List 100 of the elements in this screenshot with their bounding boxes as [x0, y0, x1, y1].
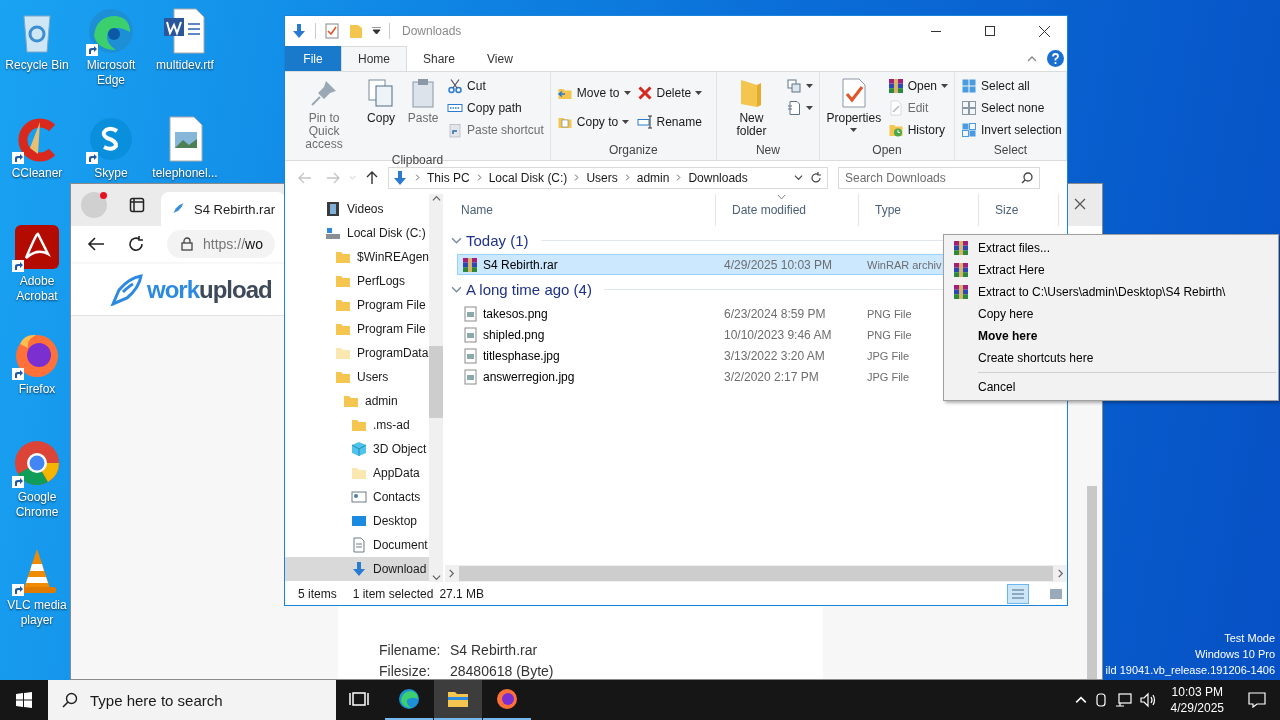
breadcrumb[interactable]: Local Disk (C:): [488, 170, 568, 185]
column-header[interactable]: Size: [979, 194, 1059, 226]
folder-icon: [335, 345, 351, 361]
column-header[interactable]: Type: [859, 194, 979, 226]
tree-item[interactable]: Program File: [285, 293, 430, 317]
copy-button[interactable]: Copy: [361, 75, 402, 153]
copy-path-button[interactable]: Copy path: [445, 98, 546, 118]
notification-icon[interactable]: [1248, 692, 1266, 708]
back-icon[interactable]: [87, 236, 105, 252]
column-header[interactable]: Date modified: [716, 194, 859, 226]
ribbon-tab[interactable]: File: [285, 46, 341, 71]
selection-size: 27.1 MB: [439, 586, 485, 601]
network-icon[interactable]: [1114, 692, 1133, 708]
caret-icon[interactable]: [372, 27, 381, 35]
delete-icon: [636, 85, 653, 101]
back-icon: [298, 171, 312, 184]
invert-selection-icon: [961, 122, 977, 138]
group-label: Organize: [608, 143, 658, 159]
taskbar-app[interactable]: [434, 680, 482, 720]
menu-item[interactable]: Move here: [944, 325, 1278, 347]
tree-item[interactable]: Desktop: [285, 509, 430, 533]
history-button[interactable]: History: [885, 120, 950, 140]
tree-item[interactable]: Program File: [285, 317, 430, 341]
refresh-icon[interactable]: [127, 235, 145, 253]
delete-button[interactable]: Delete: [634, 83, 705, 103]
new-folder-button[interactable]: New folder: [720, 75, 782, 143]
info-label: Filename:: [379, 642, 442, 659]
browser-tab[interactable]: S4 Rebirth.rar: [161, 192, 285, 226]
tree-item[interactable]: $WinREAgen: [285, 245, 430, 269]
address-bar[interactable]: This PC Local Disk (C:) Users admin Downloads: [388, 166, 828, 189]
properties-button[interactable]: Properties: [824, 75, 884, 143]
tree-item[interactable]: Local Disk (C:): [285, 221, 430, 245]
archive-icon: [953, 262, 969, 278]
folder-icon: [335, 297, 351, 313]
select-none-button[interactable]: Select none: [959, 98, 1064, 118]
search-field[interactable]: Search Downloads: [838, 166, 1040, 189]
tree-item[interactable]: 3D Object: [285, 437, 430, 461]
tree-item[interactable]: AppData: [285, 461, 430, 485]
rename-button[interactable]: Rename: [634, 112, 705, 132]
menu-item[interactable]: Copy here: [944, 303, 1278, 325]
help-icon[interactable]: [1047, 50, 1064, 67]
document-icon: [351, 537, 367, 553]
tree-item[interactable]: ProgramData: [285, 341, 430, 365]
scrollbar[interactable]: [1087, 486, 1097, 679]
search-icon: [1021, 171, 1033, 184]
acrobat-icon: [12, 222, 62, 272]
menu-item[interactable]: Extract to C:\Users\admin\Desktop\S4 Rebirth\: [944, 281, 1278, 303]
address-bar[interactable]: https://wo: [167, 230, 275, 258]
menu-item[interactable]: Cancel: [944, 376, 1278, 398]
taskbar-search-field[interactable]: Type here to search: [48, 680, 336, 720]
contacts-icon: [351, 489, 367, 505]
tree-item[interactable]: Contacts: [285, 485, 430, 509]
system-watermark-text: Windows 10 Pro: [1194, 647, 1275, 662]
breadcrumb[interactable]: Downloads: [688, 170, 748, 185]
clock[interactable]: 10:03 PM 4/29/2025: [1162, 684, 1232, 716]
profile-avatar[interactable]: [81, 192, 107, 218]
tab-actions-icon[interactable]: [129, 197, 145, 213]
tree-item[interactable]: PerfLogs: [285, 269, 430, 293]
scroll-thumb[interactable]: [429, 346, 444, 418]
folder-icon: [335, 369, 351, 385]
tree-item[interactable]: .ms-ad: [285, 413, 430, 437]
tree-item[interactable]: admin: [285, 389, 430, 413]
cut-button[interactable]: Cut: [445, 76, 546, 96]
breadcrumb[interactable]: This PC: [427, 170, 470, 185]
url-text: https://wo: [203, 236, 263, 252]
volume-icon[interactable]: [1138, 692, 1157, 708]
breadcrumb[interactable]: Users: [586, 170, 618, 185]
ribbon-tab[interactable]: View: [471, 46, 529, 71]
refresh-icon[interactable]: [809, 170, 823, 185]
tree-item[interactable]: Users: [285, 365, 430, 389]
ribbon-tab[interactable]: Share: [407, 46, 472, 71]
open-button[interactable]: Open: [885, 76, 950, 96]
archive-icon: [462, 256, 478, 273]
edge-icon: [397, 687, 421, 711]
breadcrumb[interactable]: admin: [636, 170, 670, 185]
selection-info: 1 item selected: [352, 586, 434, 601]
separator-icon: [623, 174, 631, 181]
group-label: Clipboard: [391, 153, 444, 167]
ribbon-tab[interactable]: Home: [341, 46, 407, 71]
tree-item[interactable]: Videos: [285, 197, 430, 221]
invert-selection-button[interactable]: Invert selection: [959, 120, 1064, 140]
edit-icon: [887, 100, 904, 116]
new-item-button[interactable]: [784, 76, 815, 96]
firefox-icon: [495, 687, 519, 711]
horizontal-scrollbar[interactable]: [445, 565, 1067, 582]
select-all-button[interactable]: Select all: [959, 76, 1064, 96]
recent-locations-icon: [349, 174, 356, 181]
tree-item[interactable]: Document: [285, 533, 430, 557]
menu-item[interactable]: Create shortcuts here: [944, 347, 1278, 369]
column-header[interactable]: Name: [445, 194, 716, 226]
tree-item[interactable]: Download: [285, 557, 430, 581]
move-to-button[interactable]: Move to: [554, 83, 633, 103]
site-logo[interactable]: workupload: [147, 275, 272, 304]
scrollbar[interactable]: [429, 194, 444, 582]
properties-icon[interactable]: [324, 23, 340, 39]
info-value: S4 Rebirth.rar: [450, 642, 539, 659]
copy-to-button[interactable]: Copy to: [554, 112, 633, 132]
lock-icon: [181, 237, 193, 251]
dropdown-icon: [794, 173, 803, 182]
close-icon: [1038, 25, 1050, 37]
